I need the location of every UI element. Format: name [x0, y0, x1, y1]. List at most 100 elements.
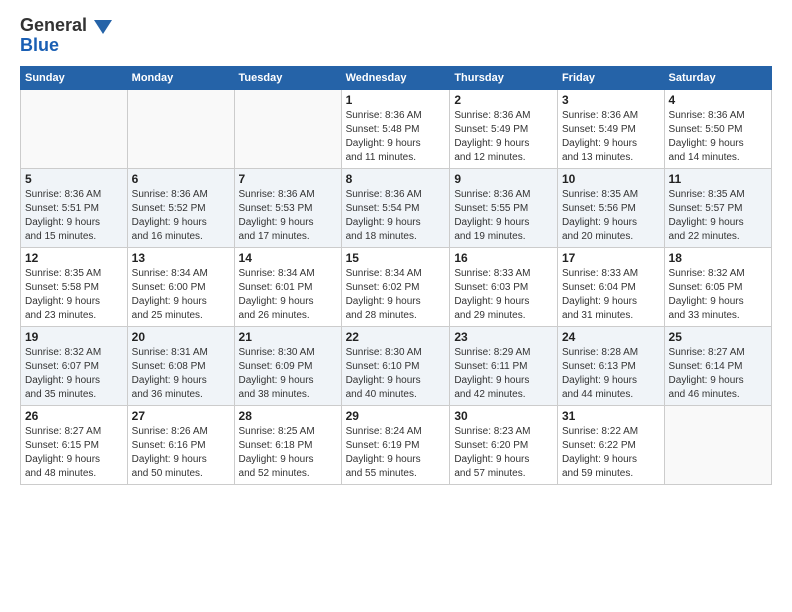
- day-number: 24: [562, 330, 660, 344]
- calendar-cell: 28 Sunrise: 8:25 AMSunset: 6:18 PMDayligh…: [234, 405, 341, 484]
- calendar-cell: 15 Sunrise: 8:34 AMSunset: 6:02 PMDayligh…: [341, 247, 450, 326]
- calendar-cell: 12Sunrise: 8:35 AMSunset: 5:58 PMDayligh…: [21, 247, 128, 326]
- day-number: 26: [25, 409, 123, 423]
- day-info: Sunrise: 8:36 AMSunset: 5:51 PMDaylight:…: [25, 188, 123, 244]
- day-info: Sunrise: 8:31 AMSunset: 6:08 PMDaylight:…: [132, 346, 230, 402]
- day-number: 6: [132, 172, 230, 186]
- day-number: 30: [454, 409, 553, 423]
- calendar-cell: 10 Sunrise: 8:35 AMSunset: 5:56 PMDayligh…: [557, 168, 664, 247]
- day-info: Sunrise: 8:26 AMSunset: 6:16 PMDaylight:…: [132, 425, 230, 481]
- day-number: 10: [562, 172, 660, 186]
- day-number: 7: [239, 172, 337, 186]
- day-info: Sunrise: 8:25 AMSunset: 6:18 PMDaylight:…: [239, 425, 337, 481]
- day-info: Sunrise: 8:36 AMSunset: 5:54 PMDaylight:…: [346, 188, 446, 244]
- day-info: Sunrise: 8:28 AMSunset: 6:13 PMDaylight:…: [562, 346, 660, 402]
- day-info: Sunrise: 8:35 AMSunset: 5:57 PMDaylight:…: [669, 188, 767, 244]
- calendar-cell: 30 Sunrise: 8:23 AMSunset: 6:20 PMDayligh…: [450, 405, 558, 484]
- day-info: Sunrise: 8:35 AMSunset: 5:56 PMDaylight:…: [562, 188, 660, 244]
- day-number: 13: [132, 251, 230, 265]
- calendar-cell: 18 Sunrise: 8:32 AMSunset: 6:05 PMDayligh…: [664, 247, 771, 326]
- calendar-cell: 13 Sunrise: 8:34 AMSunset: 6:00 PMDayligh…: [127, 247, 234, 326]
- day-number: 4: [669, 93, 767, 107]
- day-number: 27: [132, 409, 230, 423]
- weekday-header-tuesday: Tuesday: [234, 66, 341, 89]
- weekday-header-saturday: Saturday: [664, 66, 771, 89]
- day-number: 31: [562, 409, 660, 423]
- calendar-cell: 1 Sunrise: 8:36 AMSunset: 5:48 PMDaylight…: [341, 89, 450, 168]
- day-info: Sunrise: 8:36 AMSunset: 5:50 PMDaylight:…: [669, 109, 767, 165]
- calendar-cell: 25 Sunrise: 8:27 AMSunset: 6:14 PMDayligh…: [664, 326, 771, 405]
- calendar-cell: 31 Sunrise: 8:22 AMSunset: 6:22 PMDayligh…: [557, 405, 664, 484]
- day-info: Sunrise: 8:32 AMSunset: 6:05 PMDaylight:…: [669, 267, 767, 323]
- day-number: 11: [669, 172, 767, 186]
- week-row-4: 19 Sunrise: 8:32 AMSunset: 6:07 PMDayligh…: [21, 326, 772, 405]
- calendar-cell: [21, 89, 128, 168]
- calendar-cell: 7 Sunrise: 8:36 AMSunset: 5:53 PMDaylight…: [234, 168, 341, 247]
- day-number: 21: [239, 330, 337, 344]
- day-info: Sunrise: 8:34 AMSunset: 6:01 PMDaylight:…: [239, 267, 337, 323]
- logo-text: General Blue: [20, 16, 112, 56]
- day-number: 22: [346, 330, 446, 344]
- day-info: Sunrise: 8:22 AMSunset: 6:22 PMDaylight:…: [562, 425, 660, 481]
- day-info: Sunrise: 8:32 AMSunset: 6:07 PMDaylight:…: [25, 346, 123, 402]
- day-info: Sunrise: 8:35 AMSunset: 5:58 PMDaylight:…: [25, 267, 123, 323]
- day-info: Sunrise: 8:34 AMSunset: 6:00 PMDaylight:…: [132, 267, 230, 323]
- day-number: 23: [454, 330, 553, 344]
- day-number: 16: [454, 251, 553, 265]
- day-number: 1: [346, 93, 446, 107]
- day-info: Sunrise: 8:24 AMSunset: 6:19 PMDaylight:…: [346, 425, 446, 481]
- logo-triangle-icon: [94, 20, 112, 34]
- calendar-cell: 11 Sunrise: 8:35 AMSunset: 5:57 PMDayligh…: [664, 168, 771, 247]
- day-number: 25: [669, 330, 767, 344]
- day-info: Sunrise: 8:36 AMSunset: 5:53 PMDaylight:…: [239, 188, 337, 244]
- day-number: 18: [669, 251, 767, 265]
- weekday-header-sunday: Sunday: [21, 66, 128, 89]
- calendar-cell: 5 Sunrise: 8:36 AMSunset: 5:51 PMDaylight…: [21, 168, 128, 247]
- day-number: 20: [132, 330, 230, 344]
- day-info: Sunrise: 8:36 AMSunset: 5:52 PMDaylight:…: [132, 188, 230, 244]
- weekday-header-wednesday: Wednesday: [341, 66, 450, 89]
- day-number: 19: [25, 330, 123, 344]
- day-info: Sunrise: 8:30 AMSunset: 6:09 PMDaylight:…: [239, 346, 337, 402]
- calendar-cell: [664, 405, 771, 484]
- calendar-cell: 24 Sunrise: 8:28 AMSunset: 6:13 PMDayligh…: [557, 326, 664, 405]
- day-number: 15: [346, 251, 446, 265]
- calendar-cell: 8 Sunrise: 8:36 AMSunset: 5:54 PMDaylight…: [341, 168, 450, 247]
- day-info: Sunrise: 8:30 AMSunset: 6:10 PMDaylight:…: [346, 346, 446, 402]
- calendar-cell: 23 Sunrise: 8:29 AMSunset: 6:11 PMDayligh…: [450, 326, 558, 405]
- calendar-cell: [127, 89, 234, 168]
- calendar-cell: 17 Sunrise: 8:33 AMSunset: 6:04 PMDayligh…: [557, 247, 664, 326]
- logo: General Blue: [20, 16, 112, 56]
- day-number: 8: [346, 172, 446, 186]
- calendar-cell: 21 Sunrise: 8:30 AMSunset: 6:09 PMDayligh…: [234, 326, 341, 405]
- week-row-1: 1 Sunrise: 8:36 AMSunset: 5:48 PMDaylight…: [21, 89, 772, 168]
- day-number: 2: [454, 93, 553, 107]
- header: General Blue: [20, 16, 772, 56]
- day-number: 28: [239, 409, 337, 423]
- calendar: SundayMondayTuesdayWednesdayThursdayFrid…: [20, 66, 772, 485]
- logo-general: General: [20, 15, 87, 35]
- day-number: 17: [562, 251, 660, 265]
- calendar-cell: 29 Sunrise: 8:24 AMSunset: 6:19 PMDayligh…: [341, 405, 450, 484]
- calendar-cell: 6 Sunrise: 8:36 AMSunset: 5:52 PMDaylight…: [127, 168, 234, 247]
- calendar-cell: 3Sunrise: 8:36 AMSunset: 5:49 PMDaylight…: [557, 89, 664, 168]
- day-info: Sunrise: 8:29 AMSunset: 6:11 PMDaylight:…: [454, 346, 553, 402]
- calendar-cell: 4 Sunrise: 8:36 AMSunset: 5:50 PMDaylight…: [664, 89, 771, 168]
- calendar-cell: [234, 89, 341, 168]
- day-info: Sunrise: 8:33 AMSunset: 6:03 PMDaylight:…: [454, 267, 553, 323]
- day-number: 5: [25, 172, 123, 186]
- day-number: 14: [239, 251, 337, 265]
- day-info: Sunrise: 8:23 AMSunset: 6:20 PMDaylight:…: [454, 425, 553, 481]
- day-info: Sunrise: 8:34 AMSunset: 6:02 PMDaylight:…: [346, 267, 446, 323]
- day-info: Sunrise: 8:33 AMSunset: 6:04 PMDaylight:…: [562, 267, 660, 323]
- logo-blue: Blue: [20, 35, 59, 55]
- day-number: 29: [346, 409, 446, 423]
- day-info: Sunrise: 8:27 AMSunset: 6:14 PMDaylight:…: [669, 346, 767, 402]
- week-row-5: 26Sunrise: 8:27 AMSunset: 6:15 PMDayligh…: [21, 405, 772, 484]
- weekday-header-friday: Friday: [557, 66, 664, 89]
- day-info: Sunrise: 8:36 AMSunset: 5:48 PMDaylight:…: [346, 109, 446, 165]
- calendar-cell: 14 Sunrise: 8:34 AMSunset: 6:01 PMDayligh…: [234, 247, 341, 326]
- calendar-cell: 27 Sunrise: 8:26 AMSunset: 6:16 PMDayligh…: [127, 405, 234, 484]
- week-row-2: 5 Sunrise: 8:36 AMSunset: 5:51 PMDaylight…: [21, 168, 772, 247]
- week-row-3: 12Sunrise: 8:35 AMSunset: 5:58 PMDayligh…: [21, 247, 772, 326]
